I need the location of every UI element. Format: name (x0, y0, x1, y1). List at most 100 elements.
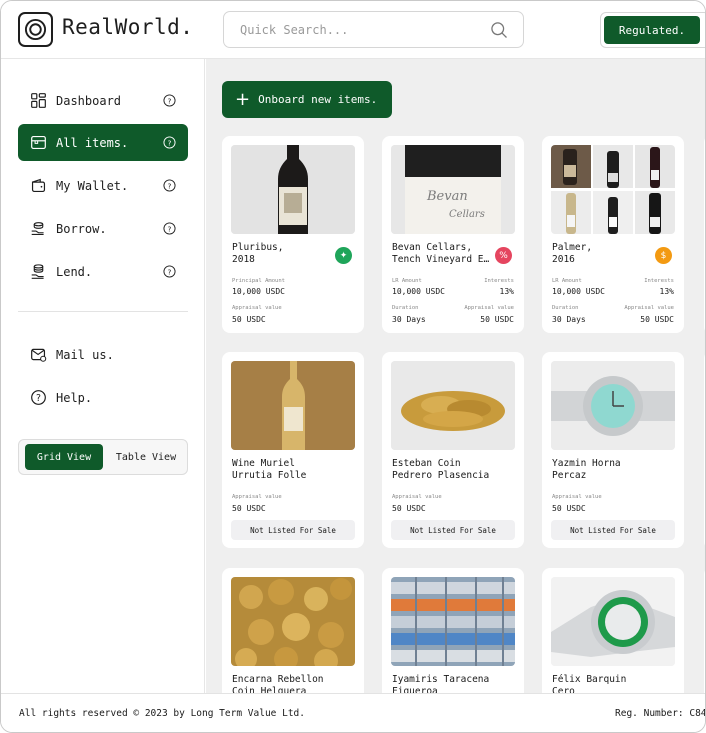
lr-amount-value: 10,000 USDC (392, 287, 445, 296)
item-card[interactable]: Esteban Coin Pedrero Plasencia Appraisal… (382, 352, 524, 548)
borrow-icon (29, 220, 47, 238)
svg-text:Bevan: Bevan (426, 189, 468, 204)
dashboard-icon (29, 92, 47, 110)
item-image (391, 361, 515, 450)
svg-text:?: ? (36, 393, 41, 404)
lr-amount-value: 10,000 USDC (552, 287, 605, 296)
money-bag-icon: $ (655, 247, 672, 264)
copyright-text: All rights reserved © 2023 by Long Term … (19, 708, 305, 719)
sidebar-item-lend[interactable]: Lend. ? (18, 253, 188, 290)
regulated-container: Regulated. (600, 12, 705, 48)
item-image (231, 577, 355, 666)
item-card[interactable]: Bevan Cellars Bevan Cellars, Tench Vineya… (382, 136, 524, 333)
appraisal-label: Appraisal value (464, 305, 514, 311)
sidebar-divider (18, 311, 188, 312)
svg-text:?: ? (168, 267, 172, 276)
item-card[interactable]: Encarna Rebellon Coin Helguera (222, 568, 364, 693)
items-grid-area: + Onboard new items. Pluribus, 2018 ✦ Pr… (206, 59, 705, 693)
interests-label: Interests (644, 278, 674, 284)
sidebar-item-label: Lend. (56, 264, 93, 279)
appraisal-label: Appraisal value (232, 305, 282, 311)
help-icon: ? (29, 389, 47, 407)
lr-amount-label: LR Amount (552, 278, 582, 284)
appraisal-label: Appraisal value (232, 494, 282, 500)
item-image (551, 361, 675, 450)
item-image-collage (551, 145, 675, 234)
logo-icon[interactable] (18, 12, 53, 47)
sidebar-item-wallet[interactable]: My Wallet. ? (18, 167, 188, 204)
svg-text:?: ? (168, 181, 172, 190)
sidebar-item-label: My Wallet. (56, 178, 129, 193)
percent-icon: % (495, 247, 512, 264)
interests-label: Interests (484, 278, 514, 284)
principal-label: Principal Amount (232, 278, 285, 284)
onboard-label: Onboard new items. (258, 93, 378, 106)
item-image (551, 577, 675, 666)
item-title: Pluribus, 2018 (232, 242, 284, 265)
sidebar-item-label: Borrow. (56, 221, 107, 236)
search-input[interactable] (240, 12, 480, 47)
help-circle-icon[interactable]: ? (163, 222, 176, 235)
sale-status[interactable]: Not Listed For Sale (551, 520, 675, 540)
sidebar-item-label: Mail us. (56, 347, 114, 362)
search-icon[interactable] (489, 20, 509, 40)
app-name: RealWorld. (62, 15, 194, 39)
sidebar-item-dashboard[interactable]: Dashboard ? (18, 82, 188, 119)
sidebar-item-mail[interactable]: Mail us. (18, 336, 188, 373)
help-circle-icon[interactable]: ? (163, 265, 176, 278)
item-card[interactable]: Iyamiris Taracena Figueroa (382, 568, 524, 693)
appraisal-value: 50 USDC (552, 504, 586, 513)
mail-icon (29, 346, 47, 364)
duration-value: 30 Days (552, 315, 586, 324)
footer: All rights reserved © 2023 by Long Term … (1, 693, 706, 732)
duration-label: Duration (392, 305, 419, 311)
help-circle-icon[interactable]: ? (163, 179, 176, 192)
registration-number: Reg. Number: C84 (615, 708, 706, 719)
item-card[interactable]: Félix Barquin Cero (542, 568, 684, 693)
appraisal-value: 50 USDC (480, 315, 514, 324)
sidebar-item-all-items[interactable]: All items. ? (18, 124, 188, 161)
onboard-items-button[interactable]: + Onboard new items. (222, 81, 392, 118)
appraisal-label: Appraisal value (392, 494, 442, 500)
item-title: Bevan Cellars, Tench Vineyard E… (392, 242, 490, 265)
item-image (231, 361, 355, 450)
item-card[interactable]: Palmer, 2016 $ LR Amount Interests 10,00… (542, 136, 684, 333)
appraisal-label: Appraisal value (552, 494, 602, 500)
item-title: Yazmin Horna Percaz (552, 458, 621, 481)
item-card[interactable]: Pluribus, 2018 ✦ Principal Amount 10,000… (222, 136, 364, 333)
inventory-icon (29, 134, 47, 152)
item-image (391, 577, 515, 666)
item-image (231, 145, 355, 234)
tag-icon: ✦ (335, 247, 352, 264)
sidebar-item-label: Help. (56, 390, 93, 405)
plus-icon: + (235, 89, 251, 110)
grid-view-button[interactable]: Grid View (25, 444, 103, 470)
help-circle-icon[interactable]: ? (163, 94, 176, 107)
item-card[interactable]: Wine Muriel Urrutia Folle Appraisal valu… (222, 352, 364, 548)
sale-status[interactable]: Not Listed For Sale (231, 520, 355, 540)
table-view-button[interactable]: Table View (107, 444, 185, 470)
sidebar-item-label: All items. (56, 135, 129, 150)
item-title: Félix Barquin Cero (552, 674, 627, 693)
search-box[interactable] (223, 11, 524, 48)
regulated-button[interactable]: Regulated. (604, 16, 700, 44)
sidebar-item-label: Dashboard (56, 93, 122, 108)
lr-amount-label: LR Amount (392, 278, 422, 284)
item-title: Encarna Rebellon Coin Helguera (232, 674, 324, 693)
principal-value: 10,000 USDC (232, 287, 285, 296)
help-circle-icon[interactable]: ? (163, 136, 176, 149)
lend-icon (29, 263, 47, 281)
sidebar-item-help[interactable]: ? Help. (18, 379, 188, 416)
item-card[interactable]: Yazmin Horna Percaz Appraisal value 50 U… (542, 352, 684, 548)
interests-value: 13% (659, 287, 674, 296)
duration-value: 30 Days (392, 315, 426, 324)
sidebar-item-borrow[interactable]: Borrow. ? (18, 210, 188, 247)
duration-label: Duration (552, 305, 579, 311)
sidebar: Dashboard ? All items. ? My Wallet. ? Bo… (1, 59, 205, 693)
item-title: Esteban Coin Pedrero Plasencia (392, 458, 490, 481)
svg-text:Cellars: Cellars (449, 209, 485, 220)
item-title: Palmer, 2016 (552, 242, 593, 265)
wallet-icon (29, 177, 47, 195)
appraisal-label: Appraisal value (624, 305, 674, 311)
sale-status[interactable]: Not Listed For Sale (391, 520, 515, 540)
